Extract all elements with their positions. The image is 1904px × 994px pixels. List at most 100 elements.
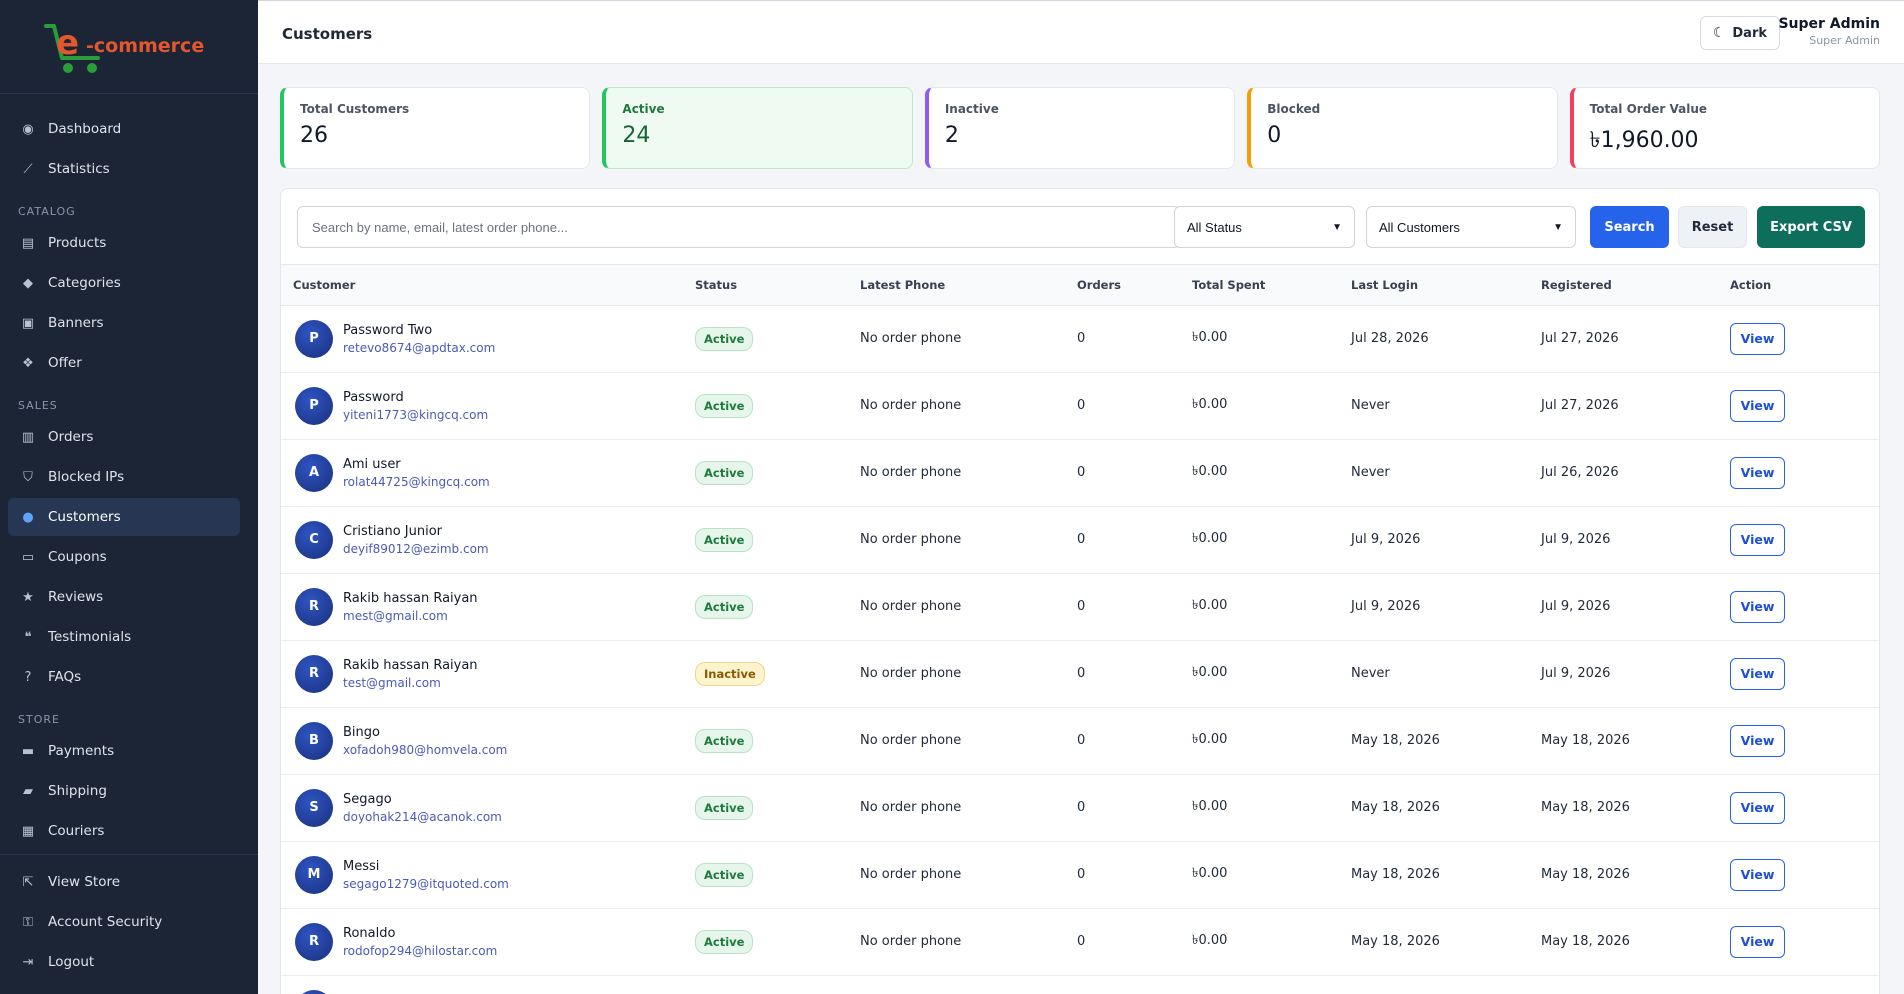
sidebar-item-blocked-ips[interactable]: ⛉ Blocked IPs	[8, 458, 240, 496]
column-header-status: Status	[695, 265, 860, 306]
latest-phone-cell: No order phone	[860, 666, 962, 681]
receipt-icon: ▥	[21, 429, 35, 445]
avatar: P	[295, 386, 333, 425]
table-row[interactable]: R Ronaldo rodofop294@hilostar.com Active No …	[281, 908, 1879, 975]
action-cell	[1730, 975, 1879, 994]
customer-filter-select[interactable]: All Customers ▼	[1366, 206, 1576, 248]
customer-info: C Cristiano Junior deyif89012@ezimb.com	[281, 520, 695, 559]
customer-email: test@gmail.com	[343, 675, 441, 690]
sidebar-item-categories[interactable]: ◆ Categories	[8, 264, 240, 302]
registered-cell: Jul 27, 2026	[1541, 331, 1619, 346]
sidebar-item-banners[interactable]: ▣ Banners	[8, 304, 240, 342]
view-customer-button[interactable]: View	[1730, 657, 1785, 690]
stat-label: Active	[622, 102, 665, 116]
table-row[interactable]: P Password yiteni1773@kingcq.com Active No o…	[281, 372, 1879, 439]
view-customer-button[interactable]: View	[1730, 523, 1785, 556]
table-row[interactable]: A Ami user rolat44725@kingcq.com Active No o…	[281, 439, 1879, 506]
tag-icon: ◆	[23, 275, 33, 291]
sidebar-item-label: Shipping	[48, 783, 107, 799]
shield-icon: ⛉	[23, 469, 33, 485]
sidebar-item-orders[interactable]: ▥ Orders	[8, 418, 240, 456]
sidebar-item-statistics[interactable]: ⟋ Statistics	[8, 150, 240, 188]
sidebar-item-faqs[interactable]: ? FAQs	[8, 658, 240, 696]
stat-value: 24	[622, 123, 651, 148]
avatar: R	[295, 654, 333, 693]
card-icon: ▬	[21, 743, 35, 759]
sidebar-item-account-security[interactable]: ⚿ Account Security	[8, 903, 240, 941]
last-login-cell: May 18, 2026	[1351, 934, 1440, 949]
customer-name: Password Two	[343, 322, 433, 338]
table-row[interactable]: B Bingo xofadoh980@homvela.com Active No ord…	[281, 707, 1879, 774]
column-header-action: Action	[1730, 265, 1879, 306]
sidebar-item-coupons[interactable]: ▭ Coupons	[8, 538, 240, 576]
search-button[interactable]: Search	[1590, 206, 1669, 248]
sidebar-item-products[interactable]: ▤ Products	[8, 224, 240, 262]
customer-cell: B Bingo xofadoh980@homvela.com	[281, 707, 695, 774]
sidebar-item-label: Orders	[48, 429, 94, 445]
view-customer-button[interactable]: View	[1730, 590, 1785, 623]
column-header-last-login: Last Login	[1351, 265, 1541, 306]
sidebar-item-reviews[interactable]: ★ Reviews	[8, 578, 240, 616]
last-login-cell: Never	[1351, 398, 1390, 413]
user-menu[interactable]: Super Admin Super Admin	[1778, 16, 1880, 47]
sidebar-item-shipping[interactable]: ▰ Shipping	[8, 772, 240, 810]
table-row[interactable]: M Messi segago1279@itquoted.com Active No or…	[281, 841, 1879, 908]
view-customer-button[interactable]: View	[1730, 389, 1785, 422]
search-input[interactable]	[297, 206, 1180, 248]
brand-logo[interactable]: e -commerce	[0, 0, 258, 94]
sidebar-item-dashboard[interactable]: ◉ Dashboard	[8, 110, 240, 148]
sidebar-section-title: STORE	[18, 713, 60, 726]
customer-email: xofadoh980@homvela.com	[343, 742, 508, 757]
sidebar-item-customers[interactable]: ● Customers	[8, 498, 240, 536]
latest-phone-cell: No order phone	[860, 398, 962, 413]
stat-value: 0	[1267, 123, 1282, 148]
sidebar-item-offer[interactable]: ❖ Offer	[8, 344, 240, 382]
status-cell: Active	[695, 439, 860, 506]
customer-text: Password yiteni1773@kingcq.com	[343, 390, 488, 422]
avatar	[295, 989, 333, 994]
table-row[interactable]: S Segago doyohak214@acanok.com Active No ord…	[281, 774, 1879, 841]
sidebar-item-testimonials[interactable]: ❝ Testimonials	[8, 618, 240, 656]
customer-name: Cristiano Junior	[343, 523, 443, 539]
table-row[interactable]: R Rakib hassan Raiyan test@gmail.com Inacti…	[281, 640, 1879, 707]
view-customer-button[interactable]: View	[1730, 724, 1785, 757]
sidebar-item-logout[interactable]: ⇥ Logout	[8, 943, 240, 981]
column-header-total-spent: Total Spent	[1192, 265, 1351, 306]
action-cell: View	[1730, 439, 1879, 506]
customer-cell: C Cristiano Junior deyif89012@ezimb.com	[281, 506, 695, 573]
orders-cell: 0	[1077, 398, 1086, 413]
registered-cell: Jul 9, 2026	[1541, 666, 1611, 681]
table-row[interactable]	[281, 975, 1879, 994]
stat-card-blocked: Blocked 0	[1247, 87, 1558, 169]
action-cell: View	[1730, 908, 1879, 975]
chevron-down-icon: ▼	[1332, 221, 1342, 233]
reset-button[interactable]: Reset	[1678, 206, 1747, 248]
table-row[interactable]: C Cristiano Junior deyif89012@ezimb.com Act…	[281, 506, 1879, 573]
customer-email: retevo8674@apdtax.com	[343, 340, 496, 355]
status-filter-select[interactable]: All Status ▼	[1174, 206, 1355, 248]
export-csv-button[interactable]: Export CSV	[1757, 206, 1865, 248]
table-row[interactable]: P Password Two retevo8674@apdtax.com Active…	[281, 305, 1879, 372]
view-customer-button[interactable]: View	[1730, 322, 1785, 355]
action-cell: View	[1730, 506, 1879, 573]
view-customer-button[interactable]: View	[1730, 456, 1785, 489]
view-customer-button[interactable]: View	[1730, 791, 1785, 824]
sidebar-item-label: Offer	[48, 355, 82, 371]
status-cell: Active	[695, 573, 860, 640]
sidebar-item-couriers[interactable]: ▦ Couriers	[8, 812, 240, 850]
registered-cell: May 18, 2026	[1541, 867, 1630, 882]
customer-email: segago1279@itquoted.com	[343, 876, 509, 891]
table-row[interactable]: R Rakib hassan Raiyan mest@gmail.com Active…	[281, 573, 1879, 640]
view-customer-button[interactable]: View	[1730, 858, 1785, 891]
sidebar-item-view-store[interactable]: ⇱ View Store	[8, 863, 240, 901]
status-cell: Inactive	[695, 640, 860, 707]
view-customer-button[interactable]: View	[1730, 925, 1785, 958]
chart-icon: ⟋	[23, 161, 33, 177]
action-cell: View	[1730, 774, 1879, 841]
last-login-cell	[1351, 975, 1541, 994]
star-icon: ★	[22, 589, 34, 605]
dark-mode-toggle[interactable]: ☾ Dark	[1699, 16, 1780, 50]
status-badge: Active	[695, 393, 754, 418]
sidebar-item-payments[interactable]: ▬ Payments	[8, 732, 240, 770]
sidebar-section-title: CATALOG	[18, 205, 76, 218]
